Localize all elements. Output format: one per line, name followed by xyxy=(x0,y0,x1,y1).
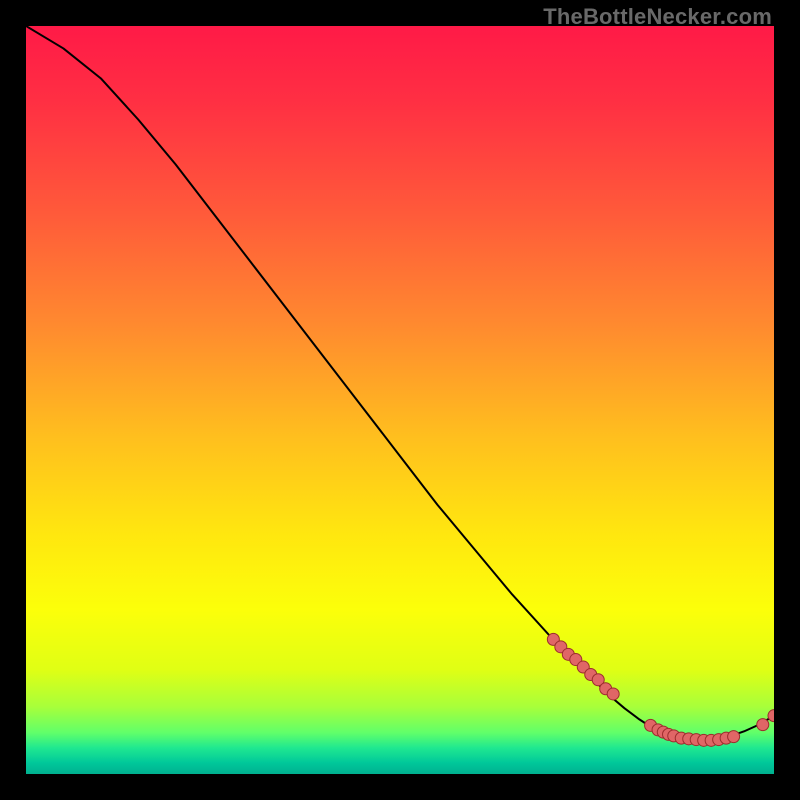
bottleneck-chart xyxy=(26,26,774,774)
chart-marker xyxy=(757,719,769,731)
frame-left xyxy=(0,0,26,800)
watermark-text-overlay: TheBottleNecker.com xyxy=(543,4,772,29)
chart-marker xyxy=(728,731,740,743)
chart-background xyxy=(26,26,774,774)
frame-right xyxy=(774,0,800,800)
watermark-overlay: TheBottleNecker.com xyxy=(543,4,772,30)
chart-marker xyxy=(607,688,619,700)
frame-bottom xyxy=(0,774,800,800)
chart-plot-area xyxy=(26,26,774,774)
